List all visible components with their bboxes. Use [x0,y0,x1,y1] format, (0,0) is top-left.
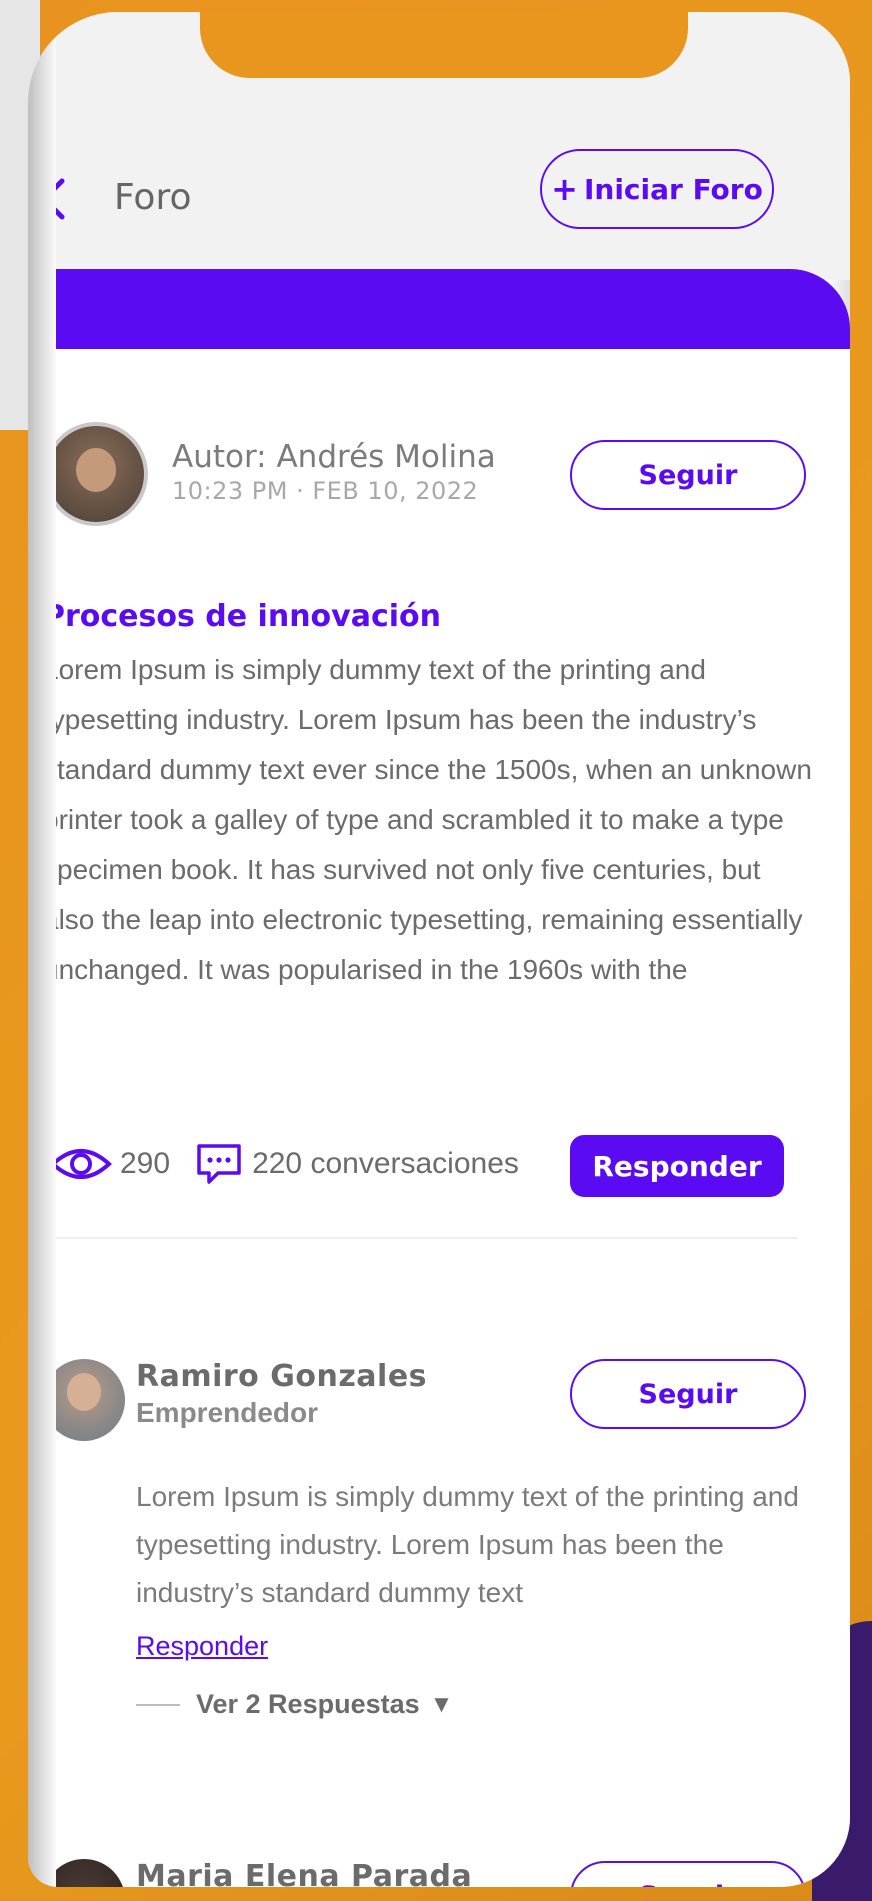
conversations-stat[interactable]: 220 conversaciones [196,1143,519,1185]
phone-edge-shadow [28,12,56,1887]
phone-notch [200,12,688,78]
views-stat: 290 [50,1144,170,1184]
follow-author-button[interactable]: Seguir [570,440,806,510]
commenter-role: Emprendedor [136,1397,319,1428]
header-band [28,269,850,349]
divider [43,1237,798,1239]
author-avatar[interactable] [44,422,148,526]
forum-content: Autor: Andrés Molina 10:23 PM · FEB 10, … [28,349,850,1887]
conversations-count: 220 conversaciones [252,1147,519,1180]
follow-commenter-button[interactable]: Seguir [570,1861,806,1887]
comment-body: Lorem Ipsum is simply dummy text of the … [136,1481,799,1608]
chat-bubble-icon [197,1144,241,1184]
start-forum-button[interactable]: + Iniciar Foro [540,149,774,229]
views-count: 290 [120,1147,171,1180]
post-title: Procesos de innovación [43,599,441,634]
post-body: Lorem Ipsum is simply dummy text of the … [43,654,812,985]
caret-down-icon: ▼ [429,1690,454,1718]
start-forum-label: Iniciar Foro [583,172,763,206]
plus-icon: + [551,170,578,208]
divider-line [136,1703,180,1706]
reply-button[interactable]: Responder [570,1135,784,1197]
post-author: Autor: Andrés Molina [172,439,496,475]
phone-screen: Foro + Iniciar Foro Autor: Andrés Molina… [28,12,850,1887]
post-stats: 290 220 conversaciones [50,1134,519,1194]
view-replies-toggle[interactable]: Ver 2 Respuestas ▼ [136,1689,453,1720]
comment-reply-link[interactable]: Responder [136,1631,268,1662]
eye-icon [50,1149,112,1179]
view-replies-label: Ver 2 Respuestas [196,1689,420,1719]
follow-commenter-button[interactable]: Seguir [570,1359,806,1429]
post-date: 10:23 PM · FEB 10, 2022 [172,477,479,505]
commenter-name: Maria Elena Parada [136,1859,473,1887]
page-title: Foro [114,177,192,218]
commenter-name: Ramiro Gonzales [136,1359,428,1394]
